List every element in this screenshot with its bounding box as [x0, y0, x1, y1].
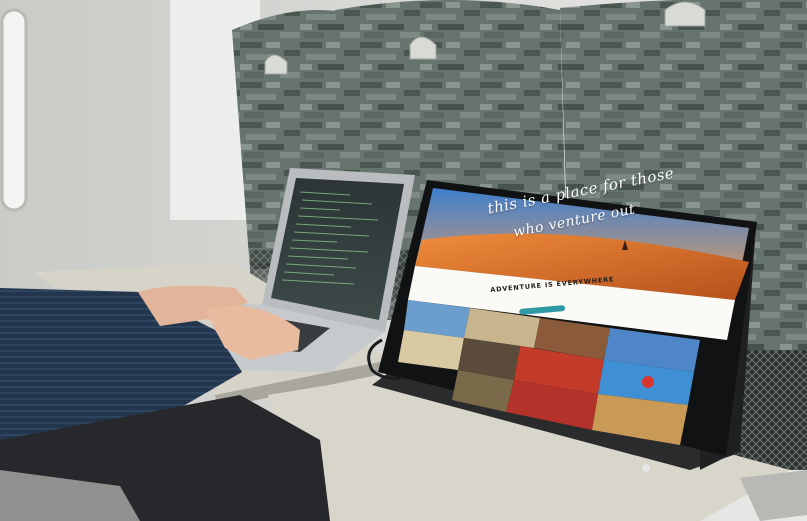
sailboat-sail-icon [642, 376, 654, 388]
scene-illustration [0, 0, 807, 521]
seat-handle-icon [664, 1, 706, 27]
x-logo-icon [642, 464, 650, 472]
photo-scene: this is a place for those who venture ou… [0, 0, 807, 521]
cabin-window [0, 8, 28, 212]
